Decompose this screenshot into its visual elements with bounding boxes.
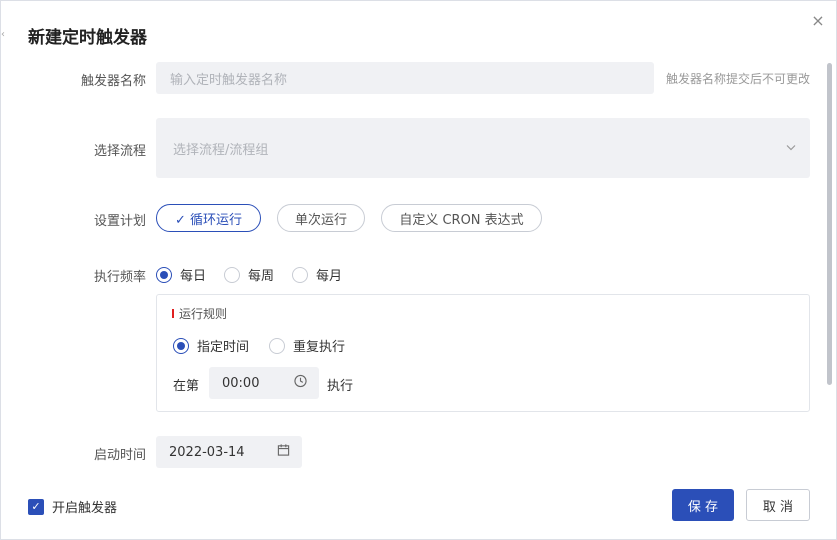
start-time-label: 启动时间 — [93, 448, 146, 463]
frequency-monthly-radio[interactable]: 每月 — [292, 265, 342, 284]
trigger-name-input[interactable]: 输入定时触发器名称 — [156, 62, 654, 94]
radio-unchecked-icon — [292, 266, 308, 283]
frequency-weekly-radio[interactable]: 每周 — [224, 265, 274, 284]
rule-specific-time-label: 指定时间 — [197, 340, 250, 355]
radio-checked-icon — [173, 337, 189, 354]
required-marker — [172, 309, 174, 318]
start-date-value: 2022-03-14 — [169, 444, 245, 460]
radio-unchecked-icon — [224, 266, 240, 283]
start-date-picker[interactable]: 2022-03-14 — [156, 436, 302, 468]
calendar-icon — [277, 444, 290, 461]
rule-suffix: 执行 — [327, 379, 354, 394]
trigger-name-hint: 触发器名称提交后不可更改 — [666, 72, 811, 86]
frequency-weekly-label: 每周 — [248, 269, 275, 284]
save-button[interactable]: 保 存 — [672, 489, 734, 521]
rule-specific-time-radio[interactable]: 指定时间 — [173, 336, 249, 355]
trigger-name-label: 触发器名称 — [80, 74, 146, 89]
clock-icon — [294, 374, 307, 392]
run-rule-title: 运行规则 — [172, 305, 227, 322]
frequency-label: 执行频率 — [93, 270, 146, 285]
flow-label: 选择流程 — [93, 144, 146, 159]
rule-repeat-label: 重复执行 — [293, 340, 346, 355]
flow-select[interactable]: 选择流程/流程组 — [156, 118, 810, 178]
schedule-label: 设置计划 — [93, 214, 146, 229]
close-icon[interactable]: × — [809, 12, 827, 30]
enable-trigger-checkbox[interactable]: ✓ 开启触发器 — [28, 497, 117, 516]
time-picker[interactable]: 00:00 — [209, 367, 319, 399]
enable-trigger-label: 开启触发器 — [52, 501, 118, 516]
frequency-daily-label: 每日 — [180, 269, 207, 284]
schedule-option-once[interactable]: 单次运行 — [277, 204, 365, 232]
trigger-name-placeholder: 输入定时触发器名称 — [170, 72, 288, 88]
edge-glyph: ‹ — [1, 29, 5, 40]
check-icon: ✓ — [28, 498, 44, 515]
chevron-down-icon — [786, 143, 796, 154]
radio-checked-icon — [156, 266, 172, 283]
time-value: 00:00 — [222, 375, 260, 391]
radio-unchecked-icon — [269, 337, 285, 354]
schedule-option-cron[interactable]: 自定义 CRON 表达式 — [381, 204, 542, 232]
frequency-monthly-label: 每月 — [316, 269, 343, 284]
new-timer-trigger-dialog: ‹ 新建定时触发器 × 触发器名称 输入定时触发器名称 触发器名称提交后不可更改… — [0, 0, 837, 540]
rule-repeat-radio[interactable]: 重复执行 — [269, 336, 345, 355]
flow-placeholder: 选择流程/流程组 — [173, 142, 269, 158]
cancel-button[interactable]: 取 消 — [746, 489, 810, 521]
schedule-option-loop[interactable]: ✓ 循环运行 — [156, 204, 261, 232]
run-rule-title-text: 运行规则 — [179, 307, 228, 321]
scrollbar[interactable] — [827, 63, 832, 385]
run-rule-panel: 运行规则 指定时间 重复执行 在第 00:00 执行 — [156, 294, 810, 412]
rule-prefix: 在第 — [173, 379, 200, 394]
frequency-daily-radio[interactable]: 每日 — [156, 265, 206, 284]
dialog-title: 新建定时触发器 — [28, 28, 147, 48]
